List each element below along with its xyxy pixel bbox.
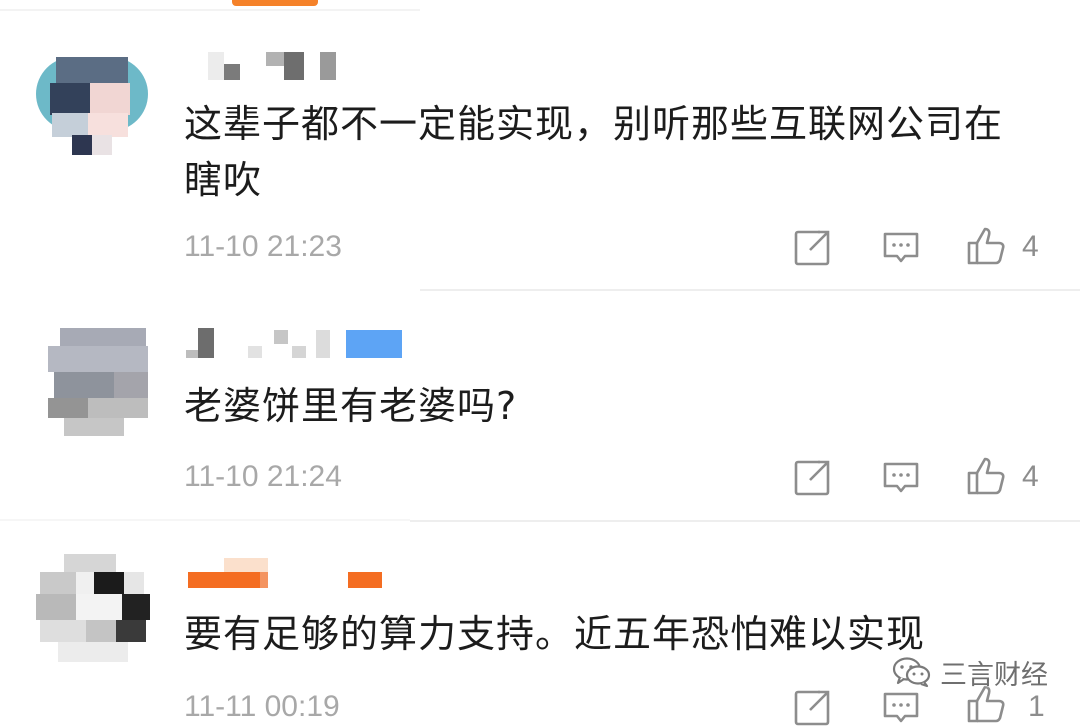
comment-divider [410,520,1080,522]
avatar[interactable] [48,328,148,436]
username-mosaic[interactable] [186,328,402,360]
comment-text: 老婆饼里有老婆吗? [184,384,518,428]
thumbs-up-icon[interactable] [966,226,1006,266]
comment-divider [420,289,1080,291]
share-icon[interactable] [792,688,832,728]
like-count: 4 [1022,230,1039,263]
username-mosaic[interactable] [208,50,338,82]
comment-icon[interactable] [881,228,921,268]
like-count: 4 [1022,460,1039,493]
thumbs-up-icon[interactable] [966,456,1006,496]
comment-icon[interactable] [881,688,921,728]
watermark-text: 三言财经 [940,659,1048,691]
top-divider [0,9,420,11]
comment-divider [0,519,410,521]
avatar[interactable] [36,554,152,662]
comment-timestamp: 11-10 21:23 [184,230,342,263]
watermark: 三言财经 [892,652,1048,692]
active-tab-indicator [232,0,318,6]
wechat-icon [892,657,931,688]
avatar[interactable] [36,47,148,159]
comment-text: 这辈子都不一定能实现，别听那些互联网公司在瞎吹 [184,102,1004,202]
username-mosaic[interactable] [188,558,388,590]
share-icon[interactable] [792,458,832,498]
share-icon[interactable] [792,228,832,268]
comment-icon[interactable] [881,458,921,498]
comment-timestamp: 11-10 21:24 [184,460,342,493]
